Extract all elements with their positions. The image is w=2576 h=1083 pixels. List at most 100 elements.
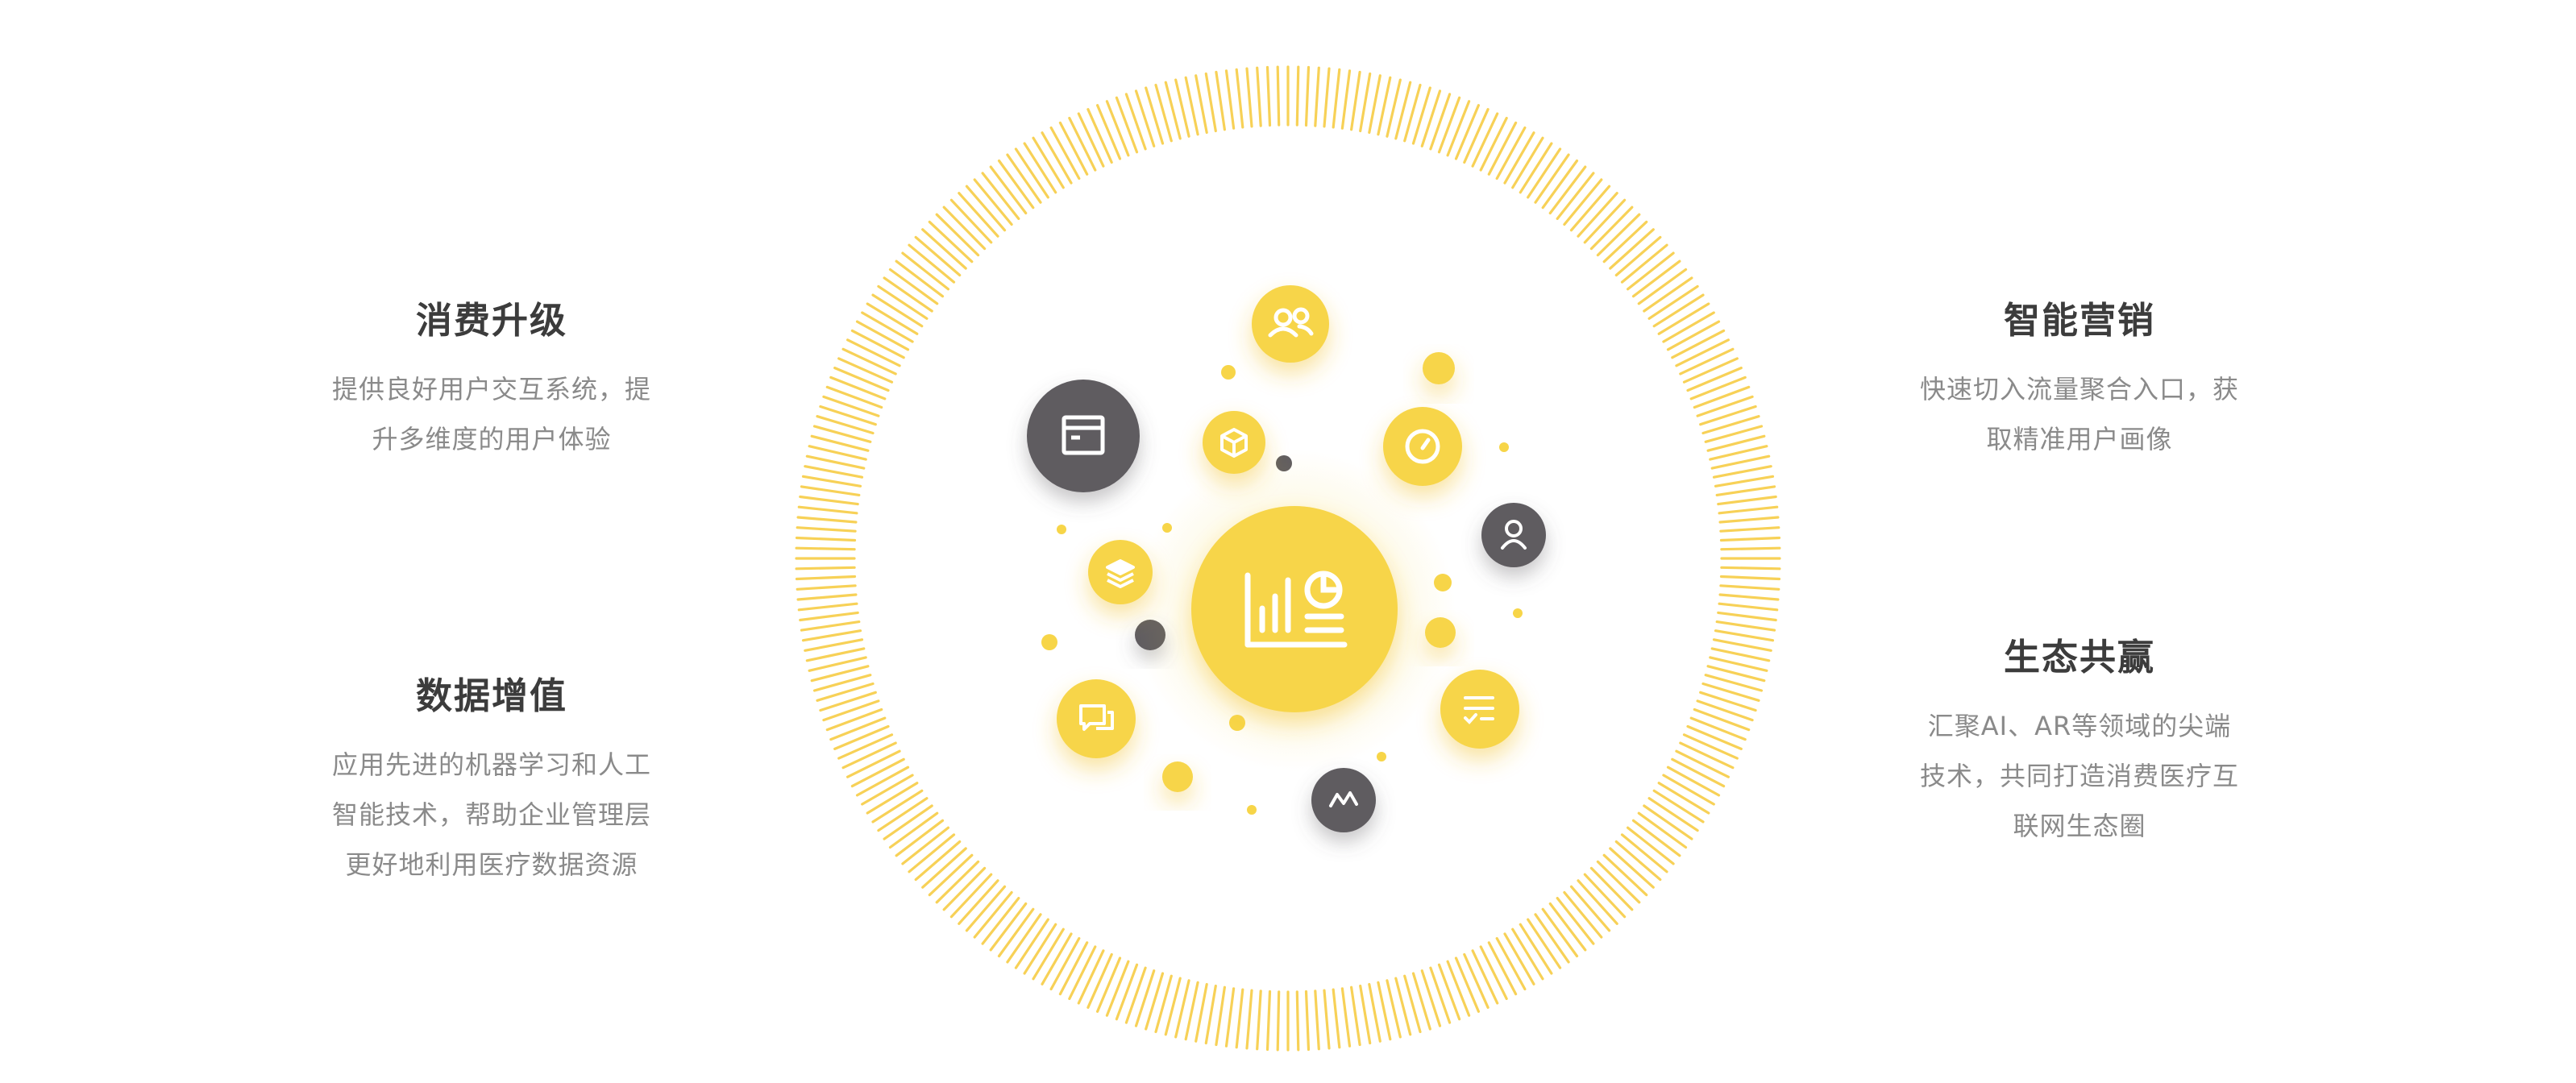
ring-tick	[1446, 100, 1471, 157]
feature-title: 数据增值	[415, 674, 567, 717]
ring-tick	[1323, 67, 1331, 128]
feature-data-value-add: 数据增值 应用先进的机器学习和人工 智能技术，帮助企业管理层 更好地利用医疗数据…	[242, 672, 742, 890]
feature-title: 生态共赢	[2003, 636, 2155, 678]
ring-tick	[1719, 526, 1780, 533]
feature-description: 提供良好用户交互系统，提 升多维度的用户体验	[242, 364, 742, 464]
ring-tick	[1714, 629, 1775, 642]
ring-tick	[1086, 952, 1113, 1009]
ring-tick	[1689, 716, 1747, 741]
ring-tick	[1314, 66, 1320, 127]
ring-tick	[841, 347, 897, 376]
ring-tick	[1679, 741, 1735, 770]
ring-tick	[1276, 990, 1281, 1052]
ring-tick	[1718, 505, 1779, 515]
ring-tick	[822, 395, 880, 417]
ring-tick	[1195, 982, 1208, 1043]
ring-tick	[1479, 117, 1508, 172]
ring-tick	[1105, 960, 1130, 1017]
ring-tick	[1086, 108, 1113, 164]
ring-tick	[1720, 566, 1781, 571]
chat-bubble	[1057, 679, 1136, 758]
feature-consumption-upgrade: 消费升级 提供良好用户交互系统，提 升多维度的用户体验	[242, 297, 742, 464]
ring-tick	[1195, 74, 1208, 135]
ring-tick	[837, 357, 894, 384]
ring-tick	[1675, 338, 1730, 367]
ring-tick	[795, 536, 857, 542]
users-bubble	[1252, 285, 1329, 363]
feature-description: 快速切入流量聚合入口，获 取精准用户画像	[1830, 364, 2329, 464]
ring-tick	[1340, 69, 1352, 130]
ring-tick	[1295, 990, 1300, 1052]
ring-tick	[819, 691, 877, 712]
ring-tick	[1699, 691, 1757, 712]
dot	[1513, 608, 1523, 618]
ring-tick	[797, 602, 858, 612]
ring-tick	[1718, 593, 1780, 601]
dot	[1041, 634, 1057, 650]
description-line: 联网生态圈	[2013, 811, 2146, 841]
ring-tick	[1134, 89, 1156, 147]
ring-tick	[1105, 100, 1130, 157]
ring-tick	[1115, 963, 1139, 1021]
ring-tick	[796, 593, 858, 601]
ring-tick	[1349, 70, 1361, 131]
activity-bubble	[1311, 768, 1376, 832]
ring-tick	[1696, 699, 1754, 722]
ring-tick	[1134, 969, 1156, 1027]
ring-tick	[1095, 104, 1122, 160]
ring-tick	[795, 566, 856, 571]
ring-tick	[1224, 69, 1236, 130]
dot	[1377, 752, 1386, 761]
ring-tick	[795, 575, 857, 581]
ring-tick	[1437, 963, 1461, 1021]
ring-tick	[1276, 65, 1281, 127]
ring-tick	[825, 707, 883, 732]
description-line: 汇聚AI、AR等领域的尖端	[1927, 711, 2232, 741]
ring-tick	[1463, 952, 1490, 1009]
ring-tick	[846, 338, 901, 367]
ring-tick	[1693, 707, 1751, 732]
ring-tick	[1699, 405, 1757, 426]
ring-tick	[829, 376, 887, 400]
ring-tick	[1429, 966, 1452, 1024]
ring-tick	[1471, 112, 1499, 168]
ring-tick	[1256, 66, 1262, 127]
ring-tick	[800, 620, 861, 632]
ring-tick	[822, 699, 880, 722]
ring-tick	[1115, 96, 1139, 154]
ecosystem-diagram	[795, 65, 1781, 1052]
ring-tick	[799, 611, 859, 622]
ring-tick	[1471, 949, 1499, 1005]
ring-tick	[1437, 96, 1461, 154]
ring-tick	[1204, 72, 1217, 133]
feature-description: 应用先进的机器学习和人工 智能技术，帮助企业管理层 更好地利用医疗数据资源	[242, 740, 742, 890]
ring-tick	[846, 749, 901, 778]
ring-tick	[1682, 733, 1739, 760]
description-line: 提供良好用户交互系统，提	[331, 374, 651, 405]
ring-tick	[1095, 956, 1122, 1013]
ring-tick	[825, 385, 883, 409]
ring-tick	[1332, 988, 1341, 1049]
ring-tick	[1429, 93, 1452, 151]
checklist-bubble	[1440, 670, 1519, 749]
ring-tick	[1323, 989, 1331, 1050]
ring-tick	[833, 724, 890, 751]
description-line: 取精准用户画像	[1986, 424, 2173, 454]
ring-tick	[1686, 724, 1743, 751]
ring-tick	[1295, 65, 1300, 127]
ring-tick	[1686, 367, 1743, 392]
ring-tick	[1332, 68, 1341, 129]
ring-tick	[1454, 956, 1481, 1013]
ring-tick	[1068, 117, 1097, 172]
ring-tick	[1719, 584, 1780, 591]
ring-tick	[1682, 357, 1739, 384]
center-bubble	[1133, 450, 1456, 772]
ring-tick	[801, 475, 862, 488]
ring-tick	[804, 465, 864, 479]
ring-tick	[1235, 68, 1244, 129]
ring-tick	[796, 526, 857, 533]
ring-tick	[1714, 475, 1775, 488]
ring-tick	[1124, 93, 1147, 151]
ring-tick	[1719, 575, 1781, 581]
layers-bubble	[1088, 540, 1153, 604]
